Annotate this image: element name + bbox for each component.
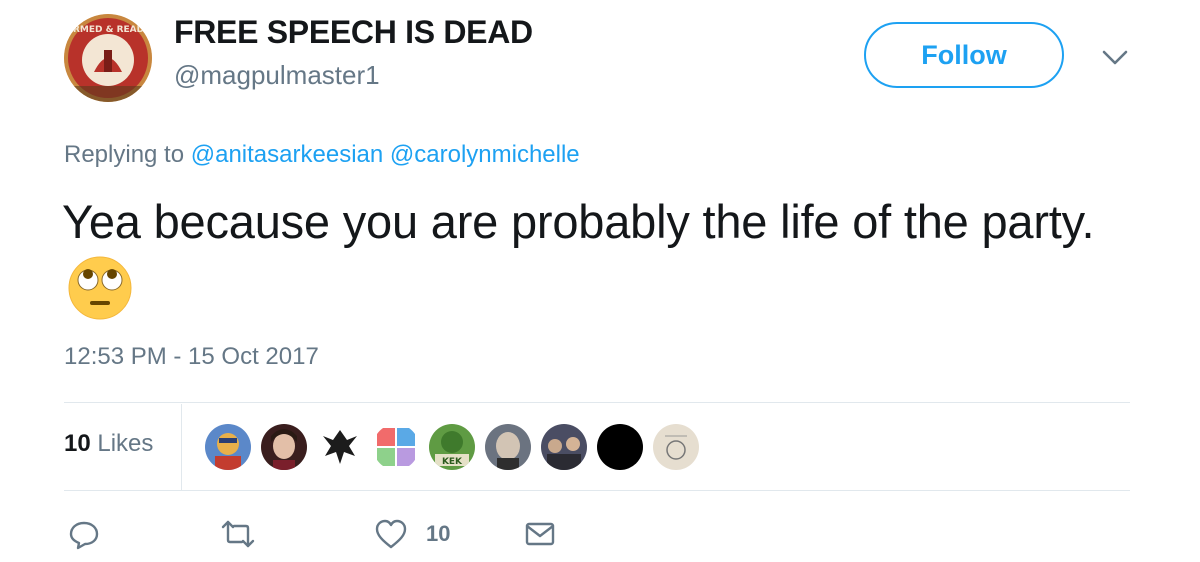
reply-button[interactable] xyxy=(68,518,100,550)
retweet-button[interactable] xyxy=(220,518,256,550)
like-count: 10 xyxy=(426,521,451,546)
svg-text:ARMED & READY: ARMED & READY xyxy=(66,25,150,35)
mention-link[interactable]: @anitasarkeesian xyxy=(191,141,383,168)
likes-count[interactable]: 10 Likes xyxy=(64,430,153,458)
mention-link[interactable]: @carolynmichelle xyxy=(390,141,580,168)
liker-avatar[interactable] xyxy=(317,424,363,470)
tweet-timestamp[interactable]: 12:53 PM - 15 Oct 2017 xyxy=(64,343,319,371)
tweet-body: Yea because you are probably the life of… xyxy=(62,195,1095,248)
heart-icon xyxy=(375,519,407,549)
liker-avatar[interactable] xyxy=(541,424,587,470)
divider xyxy=(64,402,1130,403)
liker-avatar[interactable] xyxy=(261,424,307,470)
direct-message-button[interactable] xyxy=(524,518,556,550)
display-name[interactable]: FREE SPEECH IS DEAD xyxy=(174,14,533,51)
likes-number: 10 xyxy=(64,430,91,457)
likes-label: Likes xyxy=(97,430,154,457)
replying-to-line: Replying to @anitasarkeesian @carolynmic… xyxy=(64,141,580,169)
user-handle[interactable]: @magpulmaster1 xyxy=(174,60,380,91)
face-with-rolling-eyes-icon xyxy=(68,256,132,320)
envelope-icon xyxy=(525,522,555,546)
reply-icon xyxy=(69,521,99,550)
liker-avatar[interactable] xyxy=(373,424,419,470)
chevron-down-icon[interactable] xyxy=(1100,44,1130,70)
divider xyxy=(181,404,182,490)
liker-avatar[interactable] xyxy=(653,424,699,470)
liker-avatar[interactable]: KEK xyxy=(429,424,475,470)
liker-avatar[interactable] xyxy=(485,424,531,470)
follow-button[interactable]: Follow xyxy=(864,22,1064,88)
svg-text:KEK: KEK xyxy=(442,457,463,467)
retweet-icon xyxy=(221,520,255,548)
avatar[interactable]: ARMED & READY xyxy=(64,14,152,102)
divider xyxy=(64,490,1130,491)
like-button[interactable]: 10 xyxy=(374,518,450,550)
replying-prefix: Replying to xyxy=(64,141,185,168)
tweet-actions: 10 xyxy=(0,512,1200,556)
likers-list: KEK xyxy=(205,424,699,470)
liker-avatar[interactable] xyxy=(205,424,251,470)
tweet-text: Yea because you are probably the life of… xyxy=(62,188,1152,326)
liker-avatar[interactable] xyxy=(597,424,643,470)
